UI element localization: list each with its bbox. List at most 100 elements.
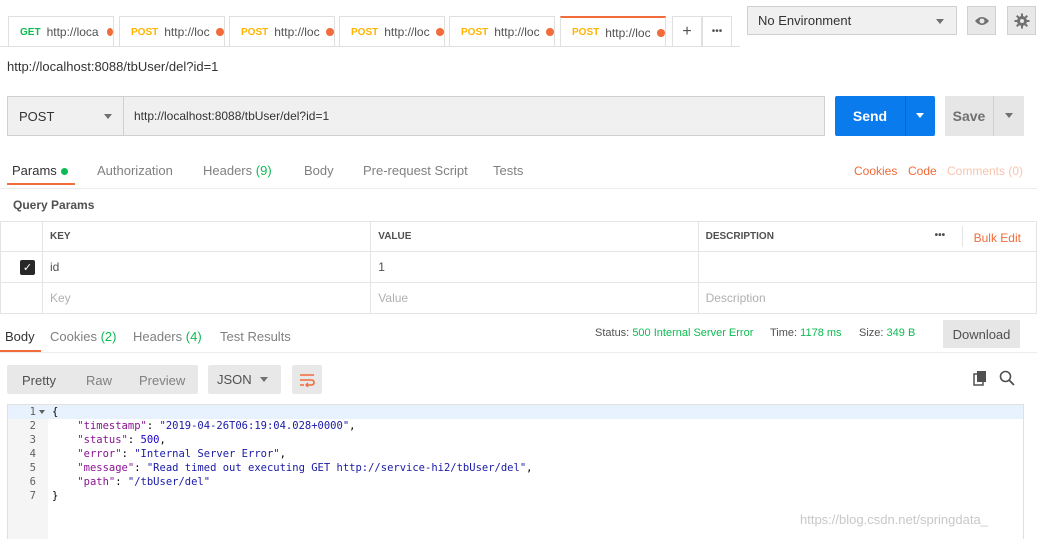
param-key-cell[interactable]: id [41, 251, 372, 283]
divider [961, 226, 963, 247]
tab-method: POST [572, 27, 600, 38]
request-tab[interactable]: POST http://loc [229, 16, 335, 47]
table-row-new: Key Value Description [0, 282, 1037, 314]
query-params-table: KEY VALUE DESCRIPTION ••• Bulk Edit ✓ id… [0, 221, 1037, 314]
divider [0, 352, 1037, 353]
table-header-checkbox [0, 221, 43, 252]
json-value: "Read timed out executing GET http://ser… [146, 462, 527, 474]
line-number: 7 [29, 490, 36, 502]
environment-select[interactable]: No Environment [747, 6, 957, 35]
plus-icon: + [682, 22, 692, 40]
tab-tests[interactable]: Tests [493, 163, 523, 178]
unsaved-dot-icon [657, 28, 665, 37]
check-icon: ✓ [22, 261, 33, 274]
divider [0, 188, 1037, 189]
json-key: "error" [77, 448, 122, 460]
method-select[interactable]: POST [7, 96, 124, 136]
tab-body[interactable]: Body [304, 163, 334, 178]
raw-button[interactable]: Raw [86, 373, 112, 388]
wrap-lines-button[interactable] [292, 365, 322, 394]
request-tab[interactable]: POST http://loc [449, 16, 555, 47]
unsaved-dot-icon [436, 28, 444, 36]
send-button[interactable]: Send [835, 96, 905, 136]
environment-label: No Environment [758, 13, 852, 28]
tab-url: http://loc [274, 25, 320, 39]
settings-button[interactable] [1007, 6, 1036, 35]
json-value: "Internal Server Error" [134, 448, 280, 460]
tab-options-button[interactable]: ••• [702, 16, 732, 47]
tab-response-cookies[interactable]: Cookies (2) [50, 329, 116, 344]
tab-method: POST [241, 26, 269, 38]
key-placeholder[interactable]: Key [41, 282, 372, 314]
request-tab[interactable]: GET http://loca [8, 16, 114, 47]
preview-button[interactable]: Preview [139, 373, 185, 388]
tab-response-headers[interactable]: Headers (4) [133, 329, 202, 344]
gear-icon [1014, 13, 1029, 28]
code-line: "error": "Internal Server Error", [77, 448, 286, 460]
more-icon: ••• [711, 26, 723, 37]
tab-test-results[interactable]: Test Results [220, 329, 291, 344]
request-title[interactable]: http://localhost:8088/tbUser/del?id=1 [7, 59, 218, 74]
headers-count: (4) [185, 329, 202, 344]
json-value: "/tbUser/del" [127, 476, 211, 488]
save-button[interactable]: Save [945, 96, 993, 136]
unsaved-dot-icon [216, 28, 224, 36]
status-info: Status: 500 Internal Server Error [595, 327, 753, 339]
param-value-cell[interactable]: 1 [370, 251, 699, 283]
request-tab[interactable]: POST http://loc [339, 16, 445, 47]
tab-pre-request-script[interactable]: Pre-request Script [363, 163, 468, 178]
time-value: 1178 ms [800, 327, 842, 339]
more-icon[interactable]: ••• [935, 230, 946, 241]
line-number: 6 [29, 476, 36, 488]
tab-authorization[interactable]: Authorization [97, 163, 173, 178]
code-link[interactable]: Code [908, 164, 937, 178]
bulk-edit-link[interactable]: Bulk Edit [974, 231, 1021, 245]
request-tab[interactable]: POST http://loc [119, 16, 225, 47]
active-line-highlight [8, 405, 1023, 419]
headers-count: (9) [255, 163, 272, 178]
cookies-link[interactable]: Cookies [854, 164, 897, 178]
tab-params[interactable]: Params [12, 163, 68, 178]
code-line: "timestamp": "2019-04-26T06:19:04.028+00… [77, 420, 356, 432]
tab-headers[interactable]: Headers (9) [203, 163, 272, 178]
tab-label: Headers [133, 329, 183, 344]
size-label: Size: [859, 327, 884, 339]
environment-quick-look-button[interactable] [967, 6, 996, 35]
download-button[interactable]: Download [943, 320, 1020, 348]
fold-caret-icon[interactable] [39, 410, 45, 414]
json-key: "path" [77, 476, 116, 488]
json-key: "timestamp" [77, 420, 147, 432]
wrap-icon [300, 373, 315, 387]
copy-icon [973, 371, 986, 386]
description-placeholder[interactable]: Description [697, 282, 1037, 314]
value-placeholder[interactable]: Value [370, 282, 699, 314]
send-options-button[interactable] [905, 96, 935, 136]
param-description-cell[interactable] [697, 251, 1037, 283]
watermark: https://blog.csdn.net/springdata_ [800, 512, 988, 527]
add-tab-button[interactable]: + [672, 16, 702, 47]
active-tab-indicator [7, 183, 75, 185]
tab-url: http://loc [494, 25, 540, 39]
method-label: POST [19, 108, 55, 124]
url-input[interactable]: http://localhost:8088/tbUser/del?id=1 [124, 96, 825, 136]
chevron-down-icon [260, 377, 268, 382]
row-checkbox[interactable]: ✓ [20, 259, 35, 275]
copy-button[interactable] [972, 370, 988, 389]
tab-method: POST [131, 26, 159, 38]
format-select[interactable]: JSON [208, 365, 281, 394]
unsaved-dot-icon [546, 28, 554, 36]
tab-url: http://loc [384, 25, 430, 39]
chevron-down-icon [936, 19, 944, 24]
tab-label: Headers [203, 163, 253, 178]
tab-response-body[interactable]: Body [5, 329, 35, 344]
request-tabs-bar: GET http://loca POST http://loc POST htt… [0, 0, 740, 47]
json-value: 500 [140, 434, 160, 446]
status-label: Status: [595, 327, 630, 339]
divider [0, 46, 740, 47]
save-options-button[interactable] [993, 96, 1024, 136]
status-value: 500 Internal Server Error [632, 327, 754, 339]
comments-link[interactable]: Comments (0) [947, 164, 1023, 178]
search-button[interactable] [999, 370, 1015, 389]
pretty-button[interactable]: Pretty [22, 373, 56, 388]
request-tab-active[interactable]: POST http://loc [560, 16, 666, 47]
